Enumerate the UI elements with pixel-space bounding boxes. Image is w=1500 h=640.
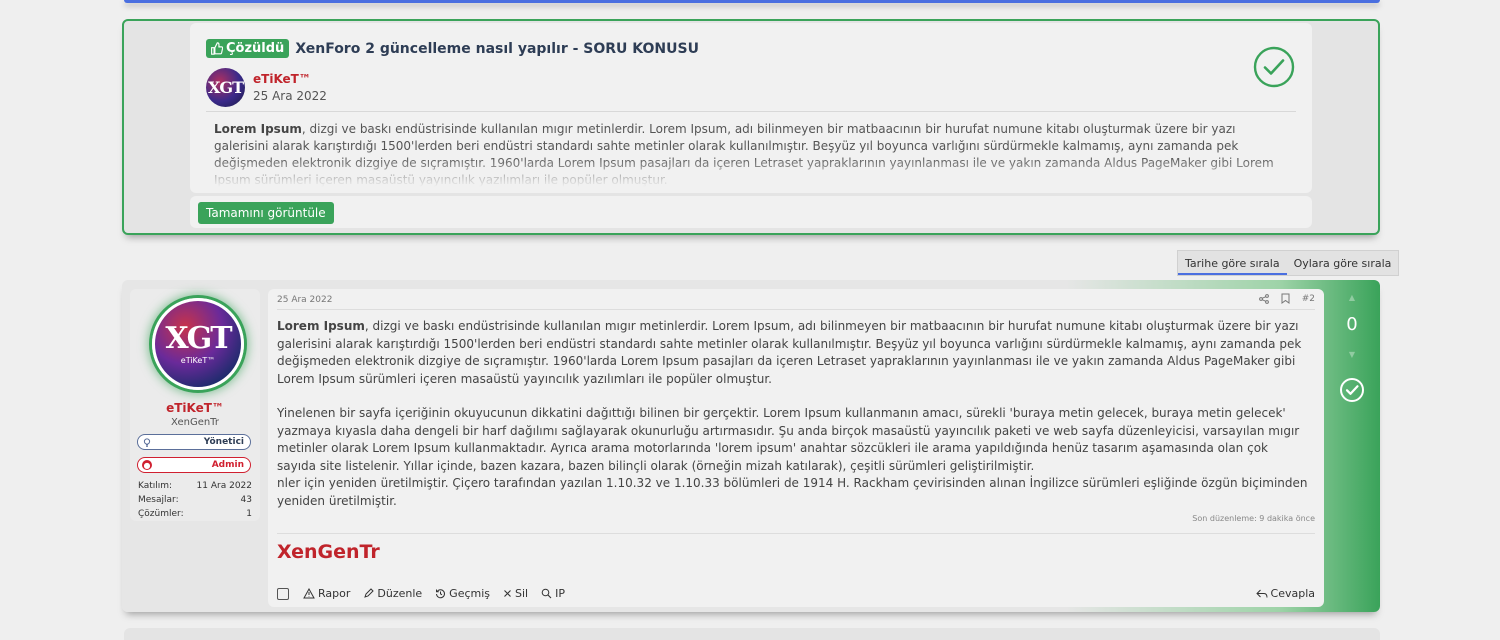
role-moderator-label: Yönetici	[203, 437, 244, 447]
solved-author-row: XGT eTiKeT™ 25 Ara 2022	[206, 68, 327, 107]
tab-sort-by-date[interactable]: Tarihe göre sırala	[1178, 251, 1287, 275]
divider	[206, 111, 1296, 112]
signature: XenGenTr	[277, 541, 380, 563]
chevron-down-icon[interactable]: ▼	[1347, 350, 1357, 359]
stat-label: Mesajlar:	[138, 495, 179, 505]
role-admin-label: Admin	[211, 460, 244, 470]
solved-answer-content: Çözüldü XenForo 2 güncelleme nasıl yapıl…	[190, 23, 1312, 193]
solved-badge-label: Çözüldü	[226, 41, 285, 56]
post-date[interactable]: 25 Ara 2022	[277, 295, 332, 305]
user-stats: Katılım: 11 Ara 2022 Mesajlar: 43 Çözümler…	[138, 481, 252, 523]
post-content: 25 Ara 2022 #2 Lorem Ipsum, dizgi ve bas…	[268, 289, 1324, 607]
text-fade-overlay	[214, 157, 1284, 187]
role-badge-admin: ● Admin	[137, 457, 251, 473]
reply-icon	[1255, 589, 1268, 598]
post-actions: Rapor Düzenle Geçmiş Sil IP Cevapla	[277, 587, 1315, 600]
solved-answer-excerpt: Lorem Ipsum, dizgi ve baskı endüstrisind…	[214, 121, 1284, 187]
next-post-edge	[124, 628, 1380, 640]
vote-column: ▲ 0 ▼	[1324, 280, 1380, 612]
post-paragraph-text: , dizgi ve baskı endüstrisinde kullanıla…	[277, 319, 1302, 386]
user-title: XenGenTr	[171, 417, 219, 428]
ip-label: IP	[555, 587, 566, 600]
avatar-logo: XGT	[165, 320, 232, 356]
edit-label: Düzenle	[377, 587, 423, 600]
stat-label: Çözümler:	[138, 509, 184, 519]
stat-value: 43	[240, 495, 252, 505]
post-paragraph: Lorem Ipsum, dizgi ve baskı endüstrisind…	[277, 318, 1310, 388]
tab-sort-by-votes[interactable]: Oylara göre sırala	[1287, 251, 1399, 275]
bookmark-icon[interactable]	[1281, 293, 1290, 304]
sort-tabs: Tarihe göre sırala Oylara göre sırala	[1177, 250, 1400, 276]
user-name[interactable]: eTiKeT™	[130, 401, 260, 415]
close-icon	[504, 590, 511, 597]
post-paragraph: nler için yeniden üretilmiştir. Çiçero t…	[277, 476, 1308, 508]
solved-thread-title[interactable]: XenForo 2 güncelleme nasıl yapılır - SOR…	[295, 41, 699, 57]
post-paragraph: Yinelenen bir sayfa içeriğinin okuyucunu…	[277, 406, 1300, 473]
post-body: Lorem Ipsum, dizgi ve baskı endüstrisind…	[277, 318, 1310, 510]
share-icon[interactable]	[1258, 293, 1269, 304]
last-edited: Son düzenleme: 9 dakika önce	[1192, 514, 1315, 523]
select-checkbox[interactable]	[277, 587, 289, 600]
role-badge-moderator: Yönetici	[137, 434, 251, 450]
stat-value: 1	[246, 509, 252, 519]
check-circle-icon	[1253, 46, 1295, 88]
delete-label: Sil	[515, 587, 529, 600]
solved-button-bar: Tamamını görüntüle	[190, 196, 1312, 228]
previous-block-edge	[124, 0, 1380, 3]
solved-badge: Çözüldü	[206, 39, 290, 58]
report-button[interactable]: Rapor	[303, 587, 350, 600]
solved-author-name[interactable]: eTiKeT™	[253, 72, 327, 86]
shield-icon: ●	[142, 460, 152, 470]
stat-value: 11 Ara 2022	[196, 481, 252, 491]
stat-row: Katılım: 11 Ara 2022	[138, 481, 252, 495]
solved-date: 25 Ara 2022	[253, 89, 327, 103]
post-lead: Lorem Ipsum	[277, 319, 365, 333]
delete-button[interactable]: Sil	[503, 587, 528, 600]
history-button[interactable]: Geçmiş	[435, 587, 490, 600]
check-circle-icon[interactable]	[1339, 377, 1365, 403]
view-full-button[interactable]: Tamamını görüntüle	[198, 202, 334, 224]
solved-text-lead: Lorem Ipsum	[214, 122, 302, 136]
avatar-logo: XGT	[208, 78, 244, 97]
history-label: Geçmiş	[449, 587, 491, 600]
history-icon	[436, 589, 446, 599]
warning-icon	[303, 588, 315, 599]
post-tools: #2	[1258, 293, 1315, 304]
stat-label: Katılım:	[138, 481, 173, 491]
stat-row: Çözümler: 1	[138, 509, 252, 523]
divider	[277, 309, 1315, 310]
edit-button[interactable]: Düzenle	[363, 587, 422, 600]
pencil-icon	[364, 588, 375, 598]
reply-button[interactable]: Cevapla	[1255, 587, 1315, 600]
vote-count: 0	[1346, 314, 1358, 335]
bulb-icon	[142, 437, 152, 447]
solved-answer-box: Çözüldü XenForo 2 güncelleme nasıl yapıl…	[122, 19, 1380, 235]
post-number[interactable]: #2	[1302, 294, 1315, 304]
avatar[interactable]: XGT eTiKeT™	[152, 298, 244, 390]
thumbs-up-icon	[211, 42, 223, 55]
report-label: Rapor	[318, 587, 351, 600]
divider	[277, 533, 1315, 534]
search-icon	[541, 588, 552, 599]
post-message: XGT eTiKeT™ eTiKeT™ XenGenTr Yönetici ● …	[122, 280, 1380, 612]
stat-row: Mesajlar: 43	[138, 495, 252, 509]
avatar-sub: eTiKeT™	[180, 355, 216, 365]
reply-label: Cevapla	[1270, 587, 1315, 600]
solved-header: Çözüldü XenForo 2 güncelleme nasıl yapıl…	[206, 39, 699, 58]
chevron-up-icon[interactable]: ▲	[1347, 293, 1357, 302]
ip-button[interactable]: IP	[541, 587, 565, 600]
avatar[interactable]: XGT	[206, 68, 245, 107]
post-user-box: XGT eTiKeT™ eTiKeT™ XenGenTr Yönetici ● …	[130, 289, 260, 521]
